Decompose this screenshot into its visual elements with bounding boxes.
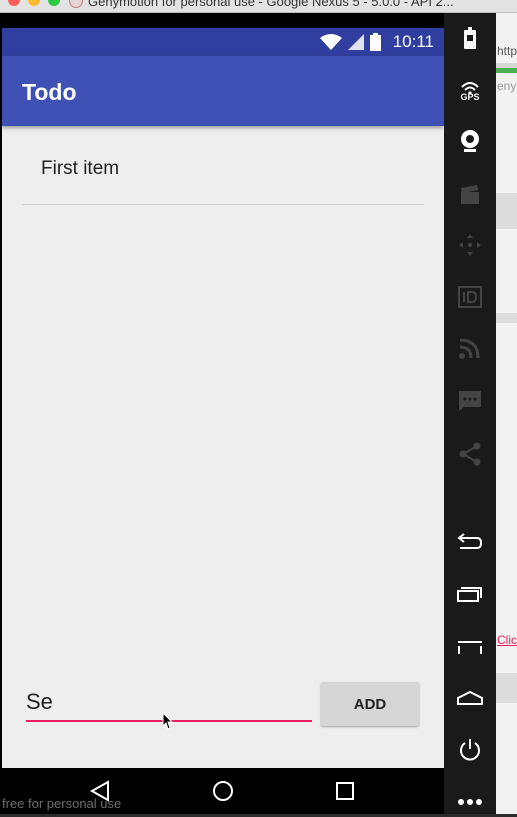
move-tool[interactable] — [455, 230, 485, 260]
power-tool[interactable] — [455, 735, 485, 765]
genymotion-icon — [69, 0, 83, 8]
page-title: Todo — [22, 79, 77, 105]
video-tool[interactable] — [455, 180, 485, 210]
wifi-icon — [319, 34, 342, 50]
battery-icon — [464, 27, 476, 49]
share-tool[interactable] — [455, 439, 485, 469]
home-tool[interactable] — [455, 683, 485, 713]
battery-icon — [369, 33, 381, 51]
signal-icon — [347, 34, 364, 50]
power-icon — [460, 739, 480, 761]
home-icon — [213, 781, 233, 801]
background-block — [496, 673, 517, 703]
camera-tool[interactable] — [455, 126, 485, 156]
rss-icon — [459, 338, 480, 359]
background-link-text[interactable]: Click — [497, 633, 517, 647]
move-icon — [459, 234, 481, 256]
emulator-side-panel: GPS — [444, 13, 496, 814]
background-block — [496, 313, 517, 323]
more-tool[interactable] — [455, 787, 485, 817]
home-button[interactable] — [208, 776, 238, 806]
menu-tool[interactable] — [455, 632, 485, 662]
window-title: Genymotion for personal use - Google Nex… — [88, 0, 454, 9]
menu-icon — [458, 641, 482, 654]
watermark-text: free for personal use — [2, 796, 122, 811]
sms-tool[interactable] — [455, 386, 485, 416]
background-label-text: enyr — [497, 79, 517, 93]
home-outline-icon — [457, 690, 483, 705]
status-bar: 10:11 — [2, 28, 444, 56]
status-clock: 10:11 — [392, 32, 434, 51]
sms-icon — [459, 391, 481, 411]
todo-list: First item — [22, 134, 424, 205]
add-button[interactable]: ADD — [321, 682, 419, 726]
share-icon — [459, 442, 481, 466]
camera-icon — [461, 130, 479, 152]
recents-button[interactable] — [330, 776, 360, 806]
undo-icon — [457, 533, 483, 549]
background-window: http enyr Click — [496, 13, 517, 814]
background-url-text: http — [497, 44, 517, 58]
gps-tool[interactable]: GPS — [455, 73, 485, 103]
id-tool[interactable] — [455, 282, 485, 312]
rss-tool[interactable] — [455, 333, 485, 363]
recent-apps-icon — [457, 587, 482, 602]
window-titlebar: Genymotion for personal use - Google Nex… — [0, 0, 517, 13]
app-bar: Todo — [2, 56, 444, 126]
background-block — [496, 193, 517, 229]
gps-label: GPS — [460, 92, 480, 102]
emulator-frame: 10:11 Todo First item ADD — [0, 13, 517, 814]
video-icon — [461, 185, 479, 204]
recents-icon — [336, 782, 354, 800]
recent-apps-tool[interactable] — [455, 579, 485, 609]
undo-tool[interactable] — [455, 526, 485, 556]
close-window-button[interactable] — [8, 0, 20, 6]
minimize-window-button[interactable] — [28, 0, 40, 6]
zoom-window-button[interactable] — [48, 0, 60, 6]
id-icon — [458, 286, 482, 308]
device-screen: 10:11 Todo First item ADD — [2, 28, 444, 768]
mouse-pointer-icon — [162, 712, 174, 730]
battery-tool[interactable] — [455, 23, 485, 53]
list-item-label: First item — [41, 158, 120, 179]
list-item[interactable]: First item — [22, 134, 424, 205]
background-progress-bar — [496, 68, 517, 73]
more-icon — [458, 799, 482, 805]
